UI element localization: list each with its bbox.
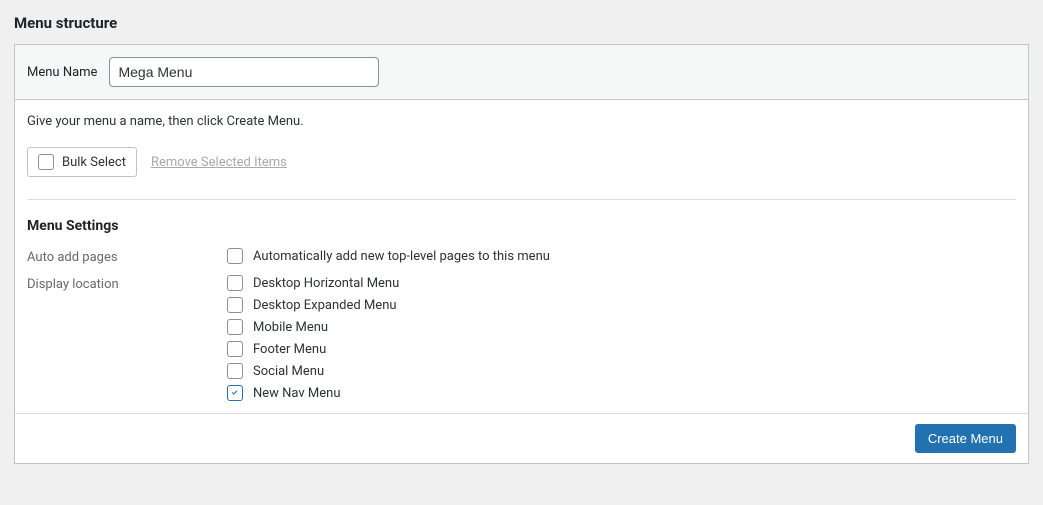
display-location-checkbox[interactable] <box>227 363 243 379</box>
display-location-checkbox[interactable] <box>227 275 243 291</box>
create-menu-button[interactable]: Create Menu <box>915 424 1016 453</box>
auto-add-checkbox[interactable] <box>227 248 243 264</box>
auto-add-row: Auto add pages Automatically add new top… <box>27 248 1016 265</box>
menu-settings-title: Menu Settings <box>27 218 1016 234</box>
page-title: Menu structure <box>14 14 1029 32</box>
display-location-option[interactable]: Mobile Menu <box>227 319 399 335</box>
auto-add-control: Automatically add new top-level pages to… <box>227 248 550 264</box>
bulk-select-control[interactable]: Bulk Select <box>27 147 137 177</box>
display-location-option-label: Desktop Expanded Menu <box>253 298 397 313</box>
menu-name-label: Menu Name <box>27 65 97 80</box>
auto-add-option[interactable]: Automatically add new top-level pages to… <box>227 248 550 264</box>
display-location-control: Desktop Horizontal Menu Desktop Expanded … <box>227 275 399 401</box>
intro-text: Give your menu a name, then click Create… <box>27 114 1016 129</box>
display-location-checkbox[interactable] <box>227 319 243 335</box>
bulk-select-checkbox[interactable] <box>38 154 54 170</box>
panel-footer: Create Menu <box>15 413 1028 463</box>
display-location-option[interactable]: New Nav Menu <box>227 385 399 401</box>
separator <box>27 199 1016 200</box>
display-location-checkbox[interactable] <box>227 297 243 313</box>
display-location-checkbox[interactable] <box>227 341 243 357</box>
display-location-option-label: Desktop Horizontal Menu <box>253 276 399 291</box>
display-location-option[interactable]: Footer Menu <box>227 341 399 357</box>
display-location-option[interactable]: Desktop Horizontal Menu <box>227 275 399 291</box>
bulk-select-label: Bulk Select <box>62 155 126 170</box>
display-location-option[interactable]: Social Menu <box>227 363 399 379</box>
display-location-row: Display location Desktop Horizontal Menu… <box>27 275 1016 401</box>
menu-structure-panel: Menu Name Give your menu a name, then cl… <box>14 44 1029 464</box>
auto-add-option-label: Automatically add new top-level pages to… <box>253 249 550 264</box>
display-location-option-label: New Nav Menu <box>253 386 341 401</box>
display-location-option-label: Mobile Menu <box>253 320 328 335</box>
display-location-option-label: Footer Menu <box>253 342 326 357</box>
menu-name-input[interactable] <box>109 57 379 87</box>
display-location-option[interactable]: Desktop Expanded Menu <box>227 297 399 313</box>
panel-body: Give your menu a name, then click Create… <box>15 100 1028 413</box>
remove-selected-link: Remove Selected Items <box>151 155 287 170</box>
display-location-option-label: Social Menu <box>253 364 324 379</box>
display-location-label: Display location <box>27 275 227 292</box>
display-location-checkbox[interactable] <box>227 385 243 401</box>
bulk-row: Bulk Select Remove Selected Items <box>27 147 1016 177</box>
auto-add-label: Auto add pages <box>27 248 227 265</box>
panel-header: Menu Name <box>15 45 1028 100</box>
